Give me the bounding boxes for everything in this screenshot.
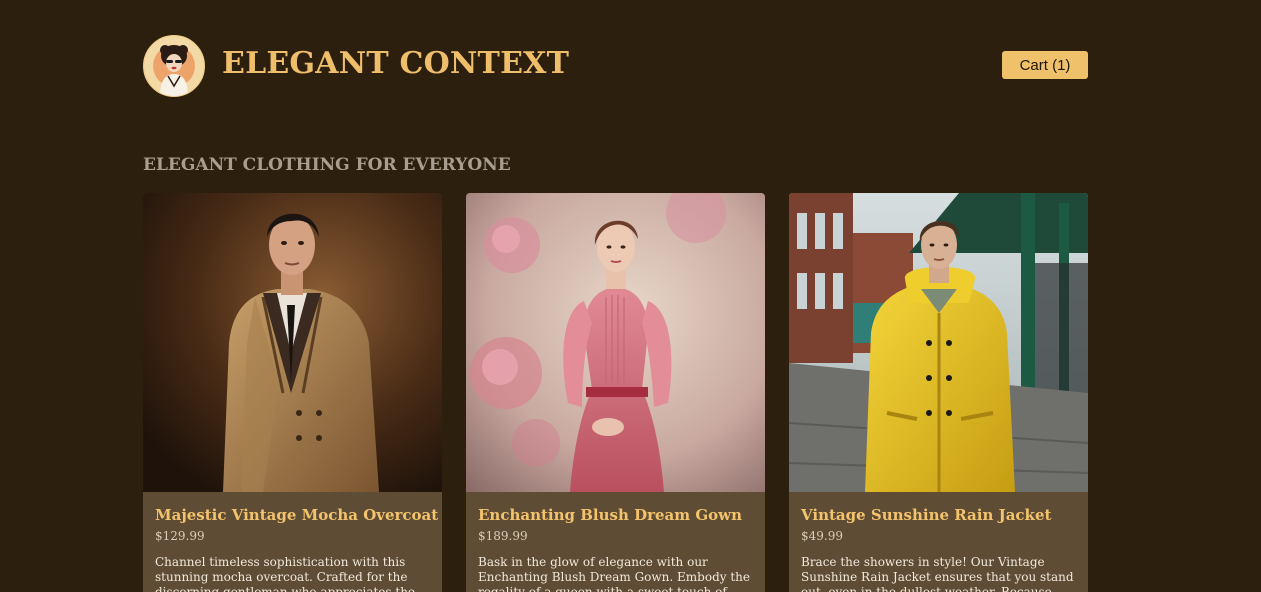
product-image-overcoat[interactable] [143, 193, 442, 492]
product-description: Channel timeless sophistication with thi… [155, 555, 416, 592]
product-title[interactable]: Enchanting Blush Dream Gown [478, 506, 742, 524]
product-card[interactable]: Vintage Sunshine Rain Jacket $49.99 Brac… [789, 193, 1088, 592]
product-image-rain-jacket[interactable] [789, 193, 1088, 492]
product-description: Bask in the glow of elegance with our En… [478, 555, 751, 592]
product-card[interactable]: Majestic Vintage Mocha Overcoat $129.99 … [143, 193, 442, 592]
page: ELEGANT CONTEXT Cart (1) ELEGANT CLOTHIN… [0, 0, 1261, 592]
section-heading: ELEGANT CLOTHING FOR EVERYONE [143, 155, 511, 175]
cart-button[interactable]: Cart (1) [1002, 51, 1088, 79]
product-price: $129.99 [155, 529, 205, 543]
product-card[interactable]: Enchanting Blush Dream Gown $189.99 Bask… [466, 193, 765, 592]
product-price: $189.99 [478, 529, 528, 543]
logo-icon[interactable] [143, 35, 205, 97]
product-description: Brace the showers in style! Our Vintage … [801, 555, 1074, 592]
product-title[interactable]: Vintage Sunshine Rain Jacket [801, 506, 1051, 524]
product-grid: Majestic Vintage Mocha Overcoat $129.99 … [143, 193, 1088, 592]
product-price: $49.99 [801, 529, 843, 543]
site-header: ELEGANT CONTEXT Cart (1) [143, 35, 1088, 97]
product-title[interactable]: Majestic Vintage Mocha Overcoat [155, 506, 438, 524]
site-title[interactable]: ELEGANT CONTEXT [222, 46, 569, 81]
product-image-gown[interactable] [466, 193, 765, 492]
